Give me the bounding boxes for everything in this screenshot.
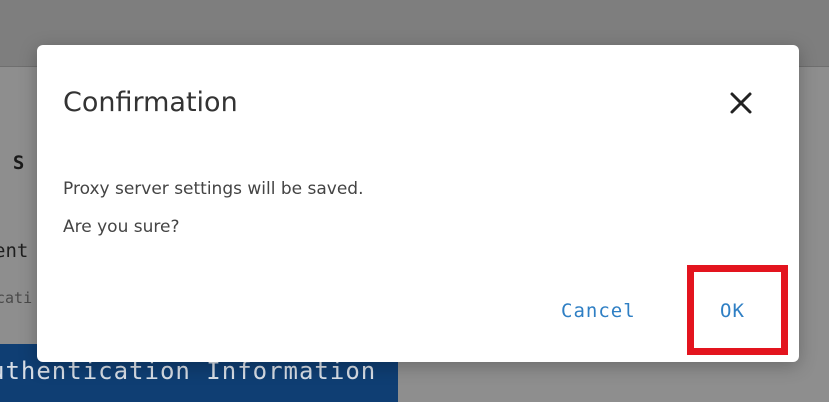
dialog-title: Confirmation bbox=[63, 87, 238, 118]
confirmation-dialog: Confirmation Proxy server settings will … bbox=[37, 45, 799, 362]
close-icon bbox=[730, 92, 752, 114]
cancel-button[interactable]: Cancel bbox=[561, 300, 636, 322]
dialog-question: Are you sure? bbox=[63, 217, 180, 237]
background-field-label: ent bbox=[0, 240, 29, 262]
background-hint-text: cati bbox=[0, 289, 33, 307]
dialog-message: Proxy server settings will be saved. bbox=[63, 179, 364, 199]
background-section-heading: n S bbox=[0, 152, 25, 174]
close-button[interactable] bbox=[725, 87, 757, 119]
ok-highlight-box bbox=[687, 265, 788, 355]
